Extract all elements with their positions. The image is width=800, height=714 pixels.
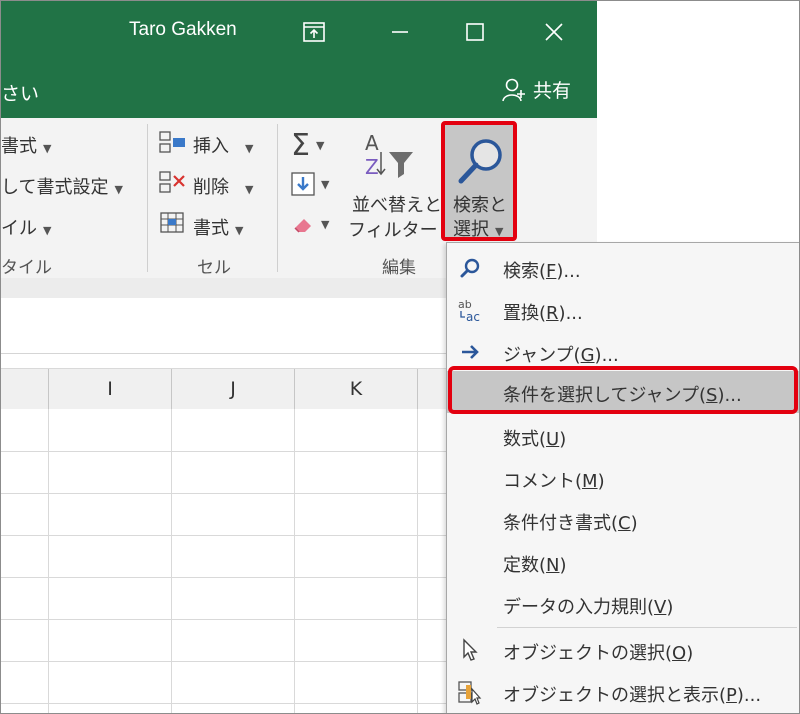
grid-line <box>417 409 418 713</box>
svg-text:ac: ac <box>466 310 480 323</box>
menu-item-select-objects[interactable]: オブジェクトの選択(O) <box>447 629 799 671</box>
menu-item-data-validation[interactable]: データの入力規則(V) <box>447 583 799 625</box>
close-icon <box>545 23 563 41</box>
column-header-k[interactable]: K <box>295 369 418 409</box>
editing-group-label: 編集 <box>382 258 416 278</box>
find-select-label-2: 選択 ▼ <box>453 219 504 240</box>
sort-filter-label-1[interactable]: 並べ替えと <box>352 191 442 217</box>
clear-button[interactable]: ▼ <box>291 212 329 236</box>
screenshot-frame: Taro Gakken さい 共有 書式▼ して書式設定▼ イル▼ タイル <box>0 0 800 714</box>
menu-item-selection-pane[interactable]: オブジェクトの選択と表示(P)... <box>447 671 799 713</box>
replace-icon: ab ac <box>457 297 483 323</box>
grid-line <box>171 409 172 713</box>
menu-item-comments[interactable]: コメント(M) <box>447 457 799 499</box>
person-add-icon <box>502 78 525 101</box>
selection-pane-icon <box>457 679 483 705</box>
cell-styles-button[interactable]: イル ▼ <box>1 214 51 240</box>
eraser-icon <box>294 219 311 233</box>
ribbon-display-icon <box>303 22 325 42</box>
fill-down-icon <box>291 172 315 196</box>
user-name: Taro Gakken <box>129 19 237 40</box>
styles-group-label: タイル <box>1 258 52 278</box>
menu-item-replace[interactable]: ab ac 置換(R)... <box>447 289 799 331</box>
grid-line <box>294 409 295 713</box>
arrow-right-icon <box>457 339 483 365</box>
svg-text:Z: Z <box>365 155 379 179</box>
minimize-icon <box>392 31 408 33</box>
close-button[interactable] <box>537 15 571 49</box>
column-header-partial[interactable] <box>1 369 49 409</box>
find-select-button[interactable]: 検索と 選択 ▼ <box>441 121 517 241</box>
grid-line <box>48 409 49 713</box>
conditional-format-button[interactable]: 書式 ▼ <box>1 132 51 158</box>
magnifier-icon <box>457 255 483 281</box>
share-button[interactable]: 共有 <box>501 76 571 103</box>
menu-item-formulas[interactable]: 数式(U) <box>447 415 799 457</box>
sigma-icon: Σ <box>291 128 310 163</box>
tell-me-text[interactable]: さい <box>1 79 39 106</box>
column-header-i[interactable]: I <box>49 369 172 409</box>
svg-text:A: A <box>365 131 379 155</box>
title-bar: Taro Gakken <box>1 1 597 66</box>
menu-item-conditional-formatting[interactable]: 条件付き書式(C) <box>447 499 799 541</box>
find-select-label-1: 検索と <box>453 195 507 216</box>
format-button[interactable]: 書式 ▼ <box>193 214 243 240</box>
menu-separator <box>497 627 797 628</box>
ribbon-display-options-button[interactable] <box>297 15 331 49</box>
group-separator <box>147 124 148 272</box>
group-separator <box>277 124 278 272</box>
sort-filter-button[interactable]: フィルター▼ <box>348 216 452 242</box>
magnifier-icon <box>458 139 502 184</box>
share-label: 共有 <box>533 80 572 102</box>
menu-item-goto[interactable]: ジャンプ(G)... <box>447 331 799 373</box>
find-select-menu: 検索(F)... ab ac 置換(R)... ジャンプ(G)... 条件を選択し… <box>446 242 799 713</box>
minimize-button[interactable] <box>383 15 417 49</box>
maximize-button[interactable] <box>458 15 492 49</box>
fill-button[interactable]: ▼ <box>291 172 329 196</box>
menu-item-find[interactable]: 検索(F)... <box>447 247 799 289</box>
maximize-icon <box>466 23 484 41</box>
menu-item-goto-special[interactable]: 条件を選択してジャンプ(S)... <box>447 371 799 413</box>
delete-icon <box>159 170 187 200</box>
autosum-button[interactable]: Σ ▼ <box>291 128 324 163</box>
menu-item-constants[interactable]: 定数(N) <box>447 541 799 583</box>
cursor-icon <box>457 637 483 663</box>
cells-group-label: セル <box>197 258 231 278</box>
tell-me-bar: さい 共有 <box>1 66 597 118</box>
format-as-table-button[interactable]: して書式設定 ▼ <box>1 173 123 199</box>
column-header-j[interactable]: J <box>172 369 295 409</box>
insert-button[interactable]: 挿入 ▼ <box>193 132 253 158</box>
format-cells-icon <box>159 210 187 240</box>
insert-icon <box>159 130 187 160</box>
delete-button[interactable]: 削除 ▼ <box>193 173 253 199</box>
sort-filter-icon: A Z <box>363 130 423 188</box>
